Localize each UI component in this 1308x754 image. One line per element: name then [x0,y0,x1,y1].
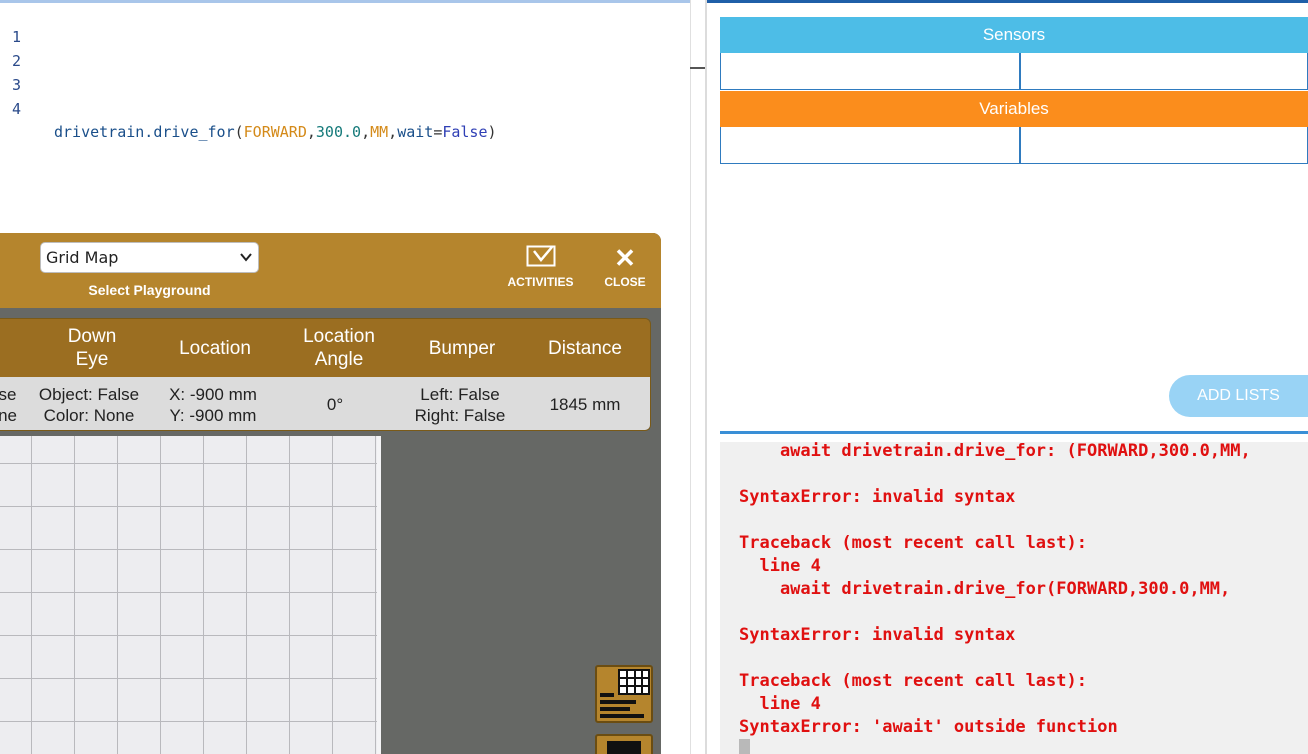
code-boolean: False [442,123,488,141]
right-pane-edge [705,0,707,754]
sensors-column-divider [1019,53,1021,89]
console-line: line 4 [739,694,821,714]
code-function: drivetrain.drive_for [54,123,235,141]
monitor-icon [597,741,651,754]
line-number: 4 [12,100,22,118]
variables-header: Variables [720,91,1308,127]
code-punct: = [433,123,443,141]
splitter-line [690,0,691,754]
pane-splitter[interactable] [690,0,706,754]
value-down-eye: Object: False Color: None [38,384,140,425]
console-line: await drivetrain.drive_for(FORWARD,300.0… [739,579,1231,599]
console-line: SyntaxError: invalid syntax [739,487,1016,507]
header-bumper: Bumper [428,337,496,359]
close-label: CLOSE [604,275,646,289]
code-punct: , [388,123,398,141]
code-constant: FORWARD [243,123,307,141]
console-line: await drivetrain.drive_for: (FORWARD,300… [739,442,1251,461]
playground-window: Grid Map Select Playground ACTIVITIES ✕ … [0,233,661,754]
sensor-table-header: Down Eye Location Location Angle Bumper … [0,319,650,377]
code-text[interactable]: drivetrain.drive_for(FORWARD,300.0,MM,wa… [54,121,497,144]
console-line: SyntaxError: invalid syntax [739,625,1016,645]
code-punct: , [361,123,371,141]
code-line[interactable]: 2 [0,27,690,70]
activities-icon [503,245,578,269]
value-location: X: -900 mm Y: -900 mm [169,384,257,425]
add-lists-button[interactable]: ADD LISTS [1169,375,1308,417]
code-constant: MM [370,123,389,141]
code-punct: , [306,123,316,141]
code-line[interactable]: 1 [0,3,690,46]
header-distance: Distance [548,337,622,359]
activities-label: ACTIVITIES [507,275,574,289]
chevron-down-icon [240,243,252,283]
sensor-panel-icon [597,669,651,725]
sensors-title: Sensors [982,25,1046,44]
activities-button[interactable]: ACTIVITIES [503,245,578,289]
code-punct: ( [234,123,244,141]
console-line: Traceback (most recent call last): [739,533,1087,553]
add-lists-label: ADD LISTS [1197,387,1280,404]
code-number: 300.0 [315,123,362,141]
sensor-readout-table: Down Eye Location Location Angle Bumper … [0,318,651,431]
right-panel-top-border [707,0,1308,3]
header-cell [0,319,31,377]
monitor-button[interactable] [595,734,653,754]
output-console[interactable]: await drivetrain.drive_for: (FORWARD,300… [720,442,1308,754]
sensor-panel-button[interactable] [595,665,653,723]
console-line: line 4 [739,556,821,576]
close-icon: ✕ [614,243,636,273]
variables-table-row [720,127,1308,164]
console-line: Traceback (most recent call last): [739,671,1087,691]
playground-select[interactable]: Grid Map [40,242,259,273]
code-line[interactable]: 4 drivetrain.drive_for(FORWARD,300.0,MM,… [0,75,690,141]
select-playground-label: Select Playground [88,282,211,298]
sensors-table-row [720,53,1308,90]
sensor-table-values: se ne Object: False Color: None X: -900 … [0,377,650,430]
header-location: Location [179,337,251,359]
value-location-angle: 0° [326,395,344,414]
value-cell: se ne [0,384,17,425]
value-distance: 1845 mm [549,395,621,414]
code-line[interactable]: 3 [0,51,690,94]
code-keyword-arg: wait [397,123,434,141]
variables-column-divider [1019,127,1021,163]
splitter-handle[interactable] [690,67,706,69]
console-line: SyntaxError: 'await' outside function [739,717,1118,737]
console-cursor [739,739,750,754]
value-bumper: Left: False Right: False [414,384,506,425]
header-down-eye: Down Eye [67,326,117,370]
playground-select-value: Grid Map [46,248,119,267]
variables-title: Variables [979,99,1049,118]
grid-map-canvas[interactable] [0,436,381,754]
console-top-border [720,431,1308,434]
header-location-angle: Location Angle [303,326,375,370]
playground-header: Grid Map Select Playground ACTIVITIES ✕ … [0,233,661,308]
close-button[interactable]: ✕ CLOSE [600,245,650,289]
sensors-header: Sensors [720,17,1308,53]
code-punct: ) [487,123,497,141]
